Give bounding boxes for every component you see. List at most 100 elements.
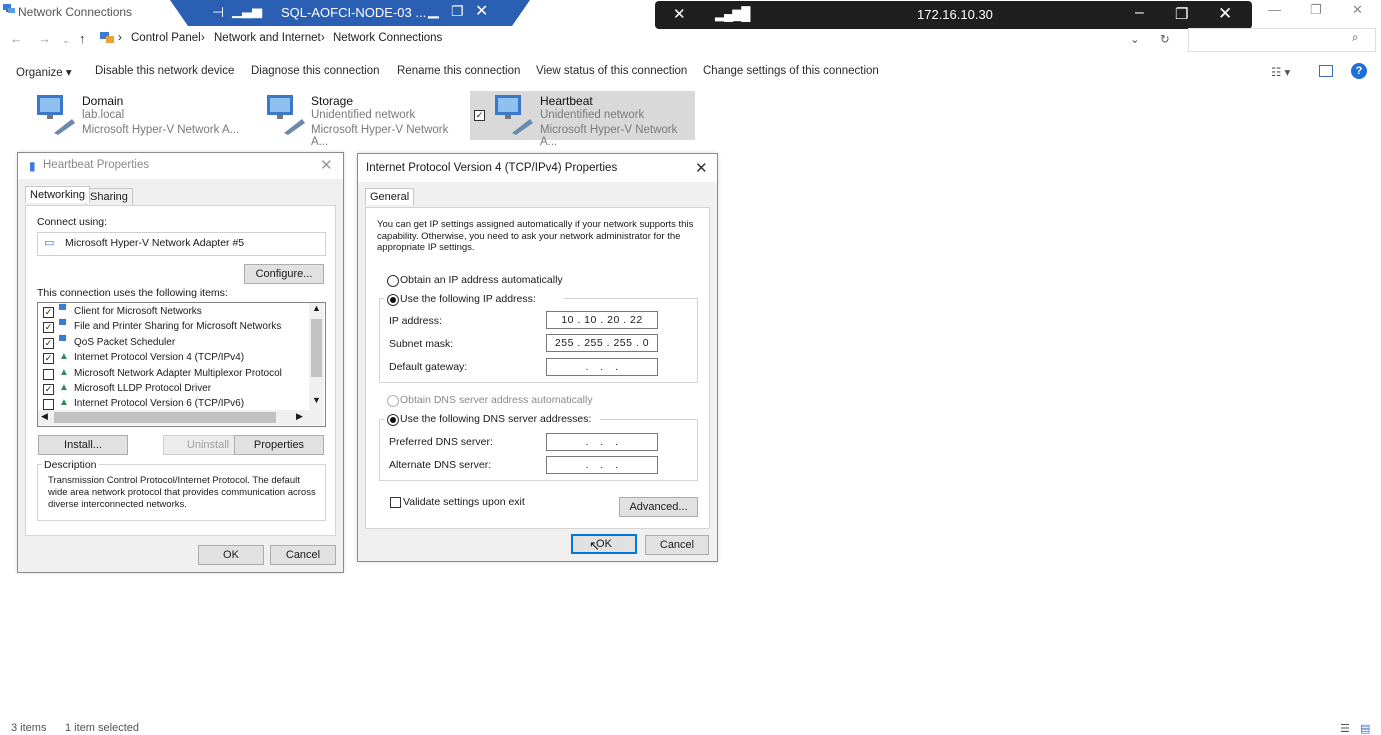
list-item[interactable]: ✓ ▲ Internet Protocol Version 4 (TCP/IPv4)	[38, 351, 308, 366]
rdp-session-name: SQL-AOFCI-NODE-03 ...	[281, 5, 427, 20]
item-label: File and Printer Sharing for Microsoft N…	[74, 321, 282, 333]
item-checkbox[interactable]: ✓	[43, 322, 54, 334]
subnet-mask-field[interactable]: 255 . 255 . 255 . 0	[546, 334, 658, 352]
use-ip-radio[interactable]	[387, 294, 399, 306]
refresh-icon[interactable]: ↻	[1160, 32, 1170, 46]
cancel-button[interactable]: Cancel	[270, 545, 336, 565]
list-item[interactable]: ✓ ▀ Client for Microsoft Networks	[38, 305, 308, 320]
search-input[interactable]	[1188, 28, 1376, 52]
rdp-ip-address: 172.16.10.30	[917, 7, 993, 22]
scrollbar-thumb[interactable]	[311, 319, 322, 377]
tab-general[interactable]: General	[365, 188, 415, 205]
obtain-ip-label[interactable]: Obtain an IP address automatically	[400, 274, 563, 286]
h-scrollbar-thumb[interactable]	[54, 412, 276, 423]
list-item[interactable]: ▲ Microsoft Network Adapter Multiplexor P…	[38, 367, 308, 382]
connection-storage[interactable]: Storage Unidentified network Microsoft H…	[262, 92, 467, 148]
breadcrumb-network-internet[interactable]: Network and Internet	[214, 32, 321, 44]
default-gateway-field[interactable]: . . .	[546, 358, 658, 376]
large-icons-view-icon[interactable]: ▤	[1360, 722, 1370, 735]
default-gateway-label: Default gateway:	[389, 361, 468, 373]
control-panel-icon	[100, 32, 114, 43]
connection-domain[interactable]: Domain lab.local Microsoft Hyper-V Netwo…	[32, 92, 252, 138]
list-item[interactable]: ✓ ▀ File and Printer Sharing for Microsoft…	[38, 320, 308, 335]
ip-address-field[interactable]: 10 . 10 . 20 . 22	[546, 311, 658, 329]
use-dns-label[interactable]: Use the following DNS server addresses:	[400, 413, 591, 425]
up-arrow-icon[interactable]: ↑	[79, 31, 86, 46]
close-icon[interactable]: ✕	[320, 156, 333, 174]
rdp-bar-minimize-button[interactable]: –	[1135, 4, 1144, 22]
unpin-icon[interactable]: ✕	[673, 5, 686, 23]
protocol-icon: ▲	[59, 382, 69, 393]
item-checkbox[interactable]	[43, 399, 54, 411]
search-icon[interactable]: ⌕	[1352, 32, 1358, 45]
items-list[interactable]: ✓ ▀ Client for Microsoft Networks ✓ ▀ File an…	[37, 302, 326, 427]
minimize-button[interactable]: —	[1268, 2, 1281, 17]
rename-button[interactable]: Rename this connection	[397, 65, 520, 77]
alternate-dns-label: Alternate DNS server:	[389, 459, 492, 471]
recent-locations-icon[interactable]: ⌄	[62, 35, 70, 46]
breadcrumb-network-connections[interactable]: Network Connections	[333, 32, 442, 44]
use-ip-label[interactable]: Use the following IP address:	[400, 293, 536, 305]
scroll-up-icon[interactable]: ▲	[312, 303, 321, 313]
breadcrumb-control-panel[interactable]: Control Panel	[131, 32, 201, 44]
obtain-ip-radio[interactable]	[387, 275, 399, 287]
scroll-right-icon[interactable]: ▶	[296, 411, 303, 422]
diagnose-button[interactable]: Diagnose this connection	[251, 65, 380, 77]
item-checkbox[interactable]: ✓	[43, 353, 54, 365]
item-checkbox[interactable]	[43, 368, 54, 380]
rdp-bar-restore-button[interactable]: ❐	[1175, 5, 1188, 23]
pin-icon[interactable]: ⊣	[212, 4, 224, 21]
advanced-button[interactable]: Advanced...	[619, 497, 698, 517]
disable-device-button[interactable]: Disable this network device	[95, 65, 234, 77]
scroll-left-icon[interactable]: ◀	[41, 411, 48, 422]
adapter-display: ▭ Microsoft Hyper-V Network Adapter #5	[37, 232, 326, 256]
items-label: This connection uses the following items…	[37, 287, 228, 299]
horizontal-scrollbar[interactable]: ◀ ▶	[38, 410, 324, 425]
tab-sharing[interactable]: Sharing	[85, 188, 133, 205]
configure-button[interactable]: Configure...	[244, 264, 324, 284]
signal-icon: ▁▃▅	[232, 3, 262, 18]
item-checkbox[interactable]: ✓	[43, 307, 54, 318]
tab-networking[interactable]: Networking	[25, 186, 91, 203]
rdp-restore-button[interactable]: ❐	[451, 3, 464, 20]
details-view-icon[interactable]: ☰	[1340, 722, 1350, 735]
adapter-name: Microsoft Hyper-V Network Adapter #5	[65, 237, 245, 249]
preferred-dns-field[interactable]: . . .	[546, 433, 658, 451]
preview-pane-icon[interactable]	[1319, 65, 1333, 77]
rdp-close-button[interactable]: ✕	[475, 1, 488, 21]
address-dropdown-icon[interactable]: ⌄	[1130, 32, 1140, 46]
install-button[interactable]: Install...	[38, 435, 128, 455]
list-item[interactable]: ✓ ▲ Microsoft LLDP Protocol Driver	[38, 382, 308, 397]
connection-status: lab.local	[82, 109, 125, 121]
rdp-bar-close-button[interactable]: ✕	[1218, 4, 1232, 24]
ok-button[interactable]: OK	[571, 534, 637, 554]
properties-button[interactable]: Properties	[234, 435, 324, 455]
organize-menu[interactable]: Organize ▾	[16, 65, 72, 79]
cancel-button[interactable]: Cancel	[645, 535, 709, 555]
rdp-minimize-button[interactable]: ▁	[428, 2, 439, 19]
crumb-separator-icon: ›	[321, 32, 325, 44]
mouse-cursor-icon: ↖	[589, 538, 600, 553]
help-icon[interactable]: ?	[1351, 63, 1367, 79]
item-checkbox[interactable]: ✓	[43, 337, 54, 349]
back-arrow-icon[interactable]: ←	[10, 31, 23, 46]
forward-arrow-icon[interactable]: →	[38, 31, 51, 46]
close-icon[interactable]: ✕	[695, 159, 708, 177]
close-button[interactable]: ✕	[1352, 2, 1363, 18]
view-options-icon[interactable]: ☷ ▾	[1271, 65, 1290, 79]
use-dns-radio[interactable]	[387, 414, 399, 426]
alternate-dns-field[interactable]: . . .	[546, 456, 658, 474]
scroll-down-icon[interactable]: ▼	[312, 395, 321, 405]
list-item[interactable]: ✓ ▀ QoS Packet Scheduler	[38, 336, 308, 351]
connection-heartbeat[interactable]: ✓ Heartbeat Unidentified network Microso…	[470, 91, 695, 148]
validate-label[interactable]: Validate settings upon exit	[403, 496, 525, 508]
view-status-button[interactable]: View status of this connection	[536, 65, 687, 77]
vertical-scrollbar[interactable]: ▲ ▼	[309, 303, 324, 410]
selection-checkbox[interactable]: ✓	[474, 110, 485, 121]
validate-checkbox[interactable]	[390, 497, 401, 508]
maximize-button[interactable]: ❐	[1310, 2, 1322, 18]
item-checkbox[interactable]: ✓	[43, 384, 54, 395]
change-settings-button[interactable]: Change settings of this connection	[703, 65, 879, 77]
status-selected-count: 1 item selected	[65, 722, 139, 734]
ok-button[interactable]: OK	[198, 545, 264, 565]
